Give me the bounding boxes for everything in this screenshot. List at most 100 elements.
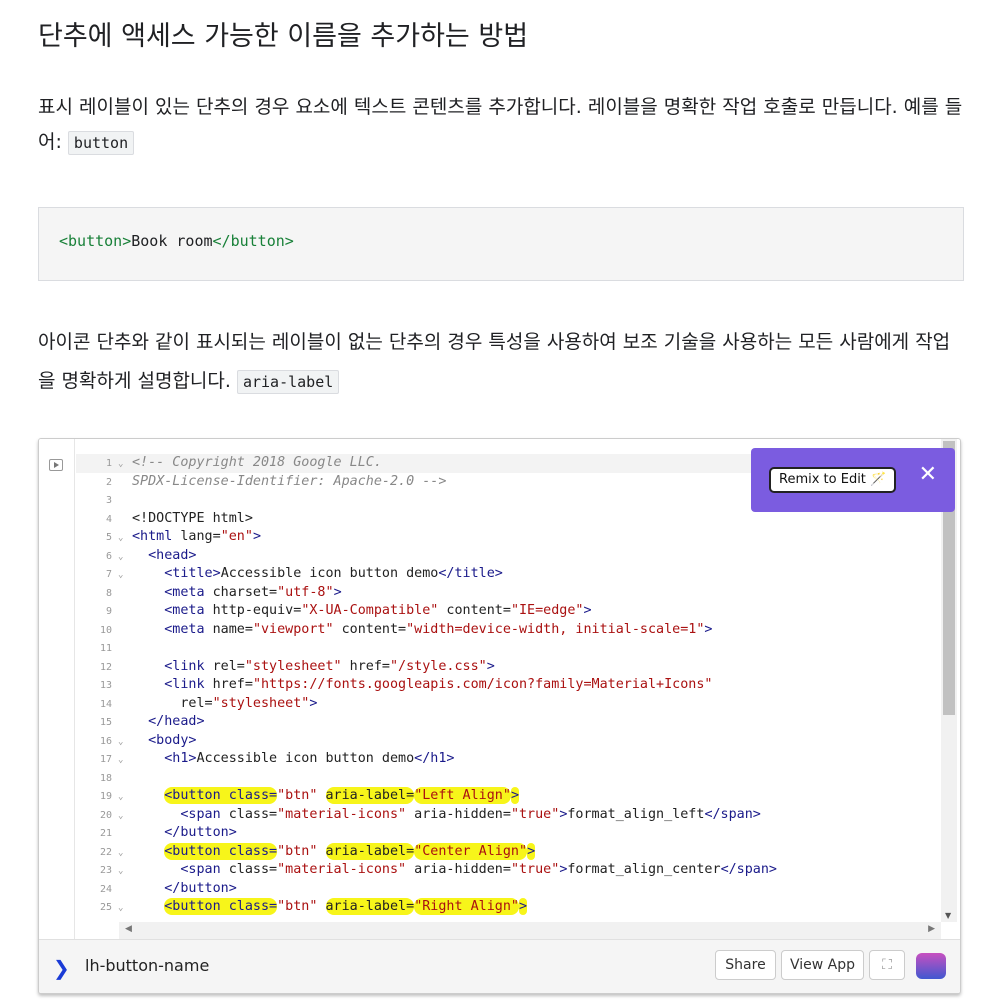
paragraph-visible-label: 표시 레이블이 있는 단추의 경우 요소에 텍스트 콘텐츠를 추가합니다. 레이…: [38, 90, 963, 161]
code-token: charset=: [204, 584, 278, 600]
fold-chevron-icon[interactable]: ⌄: [118, 862, 132, 881]
line-number: 17: [99, 754, 112, 765]
code-line: 22 ⌄ <button class="btn" aria-label="Cent…: [76, 842, 941, 863]
fold-chevron-icon[interactable]: ⌄: [118, 548, 132, 567]
paragraph-aria-label: 아이콘 단추와 같이 표시되는 레이블이 없는 단추의 경우 특성을 사용하여 …: [38, 323, 963, 402]
code-line: 7 ⌄ <title>Accessible icon button demo</t…: [76, 565, 941, 584]
line-number: 13: [99, 680, 112, 691]
code-token: Accessible icon button demo: [196, 751, 415, 766]
code-line: 6 ⌄ <head>: [76, 547, 941, 566]
line-number: 18: [99, 772, 112, 784]
code-token: "Center Align": [414, 842, 528, 860]
glitch-embed: 1 ⌄ <!-- Copyright 2018 Google LLC. 2 SPDX-L…: [38, 438, 961, 994]
fold-chevron-icon[interactable]: ⌄: [118, 455, 132, 474]
code-token: >: [486, 658, 495, 674]
line-number: 16: [99, 735, 112, 747]
code-token: </h1>: [414, 751, 455, 766]
code-token: <html: [132, 529, 173, 544]
code-editor[interactable]: 1 ⌄ <!-- Copyright 2018 Google LLC. 2 SPDX-L…: [76, 454, 941, 922]
code-token: rel=: [204, 658, 245, 674]
remix-overlay: Remix to Edit 🪄 ✕: [751, 448, 955, 512]
fullscreen-icon[interactable]: ⛶: [869, 950, 905, 980]
line-number: 9: [105, 606, 112, 617]
code-token: >: [252, 529, 261, 544]
remix-to-edit-button[interactable]: Remix to Edit 🪄: [769, 467, 897, 493]
inline-code-button: button: [67, 131, 135, 155]
inline-code-aria-label: aria-label: [236, 370, 340, 394]
code-token: "stylesheet": [212, 695, 310, 711]
share-button[interactable]: Share: [715, 950, 776, 980]
code-token: <head>: [148, 547, 197, 563]
code-line: 16 ⌄ <body>: [76, 732, 941, 751]
code-token: <body>: [148, 732, 197, 748]
code-text: Book room: [131, 232, 213, 250]
fold-chevron-icon[interactable]: ⌄: [118, 751, 132, 770]
code-line: 8 <meta charset="utf-8">: [76, 584, 941, 603]
line-number: 7: [105, 569, 112, 580]
fold-chevron-icon[interactable]: ⌄: [118, 899, 132, 918]
code-token: </head>: [148, 714, 205, 729]
code-token: <meta: [164, 621, 205, 637]
code-line: 25 ⌄ <button class="btn" aria-label="Righ…: [76, 898, 941, 917]
project-name[interactable]: lh-button-name: [85, 956, 209, 975]
fold-chevron-icon[interactable]: ⌄: [118, 807, 132, 826]
section-heading: 단추에 액세스 가능한 이름을 추가하는 방법: [38, 21, 529, 52]
line-number: 26: [76, 918, 118, 923]
line-number: 14: [99, 698, 112, 710]
close-icon[interactable]: ✕: [919, 462, 937, 487]
code-token: href=: [341, 658, 390, 674]
fold-chevron-icon[interactable]: ⌄: [118, 733, 132, 752]
line-number: 20: [99, 809, 112, 821]
scroll-down-arrow-icon[interactable]: ▼: [945, 911, 951, 920]
code-token: "https://fonts.googleapis.com/icon?famil…: [252, 677, 713, 692]
scroll-right-arrow-icon[interactable]: ▶: [928, 924, 935, 934]
line-number: 11: [99, 643, 112, 654]
code-line: 5 ⌄ <html lang="en">: [76, 528, 941, 547]
glitch-logo-icon: ❯: [53, 956, 70, 980]
glitch-fish-icon[interactable]: [916, 953, 946, 979]
play-icon[interactable]: [49, 459, 63, 471]
code-token: </span>: [704, 806, 761, 822]
code-token: "Left Align": [414, 787, 511, 804]
fold-chevron-icon[interactable]: ⌄: [118, 529, 132, 548]
code-line: 14 rel="stylesheet">: [76, 695, 941, 714]
code-line: 19 ⌄ <button class="btn" aria-label="Left…: [76, 787, 941, 806]
code-line: 24 </button>: [76, 880, 941, 899]
code-token: <button class=: [164, 787, 278, 804]
code-token: "utf-8": [277, 584, 334, 600]
code-token: <span: [180, 862, 221, 877]
horizontal-scrollbar[interactable]: ◀ ▶: [119, 922, 941, 939]
code-line: 11: [76, 639, 941, 658]
code-token: "en": [220, 529, 253, 544]
line-number: 5: [105, 532, 112, 543]
code-token: "true": [510, 806, 560, 822]
code-token: <!DOCTYPE html>: [132, 510, 253, 526]
line-number: 15: [99, 717, 112, 728]
code-token: >: [519, 898, 528, 915]
line-number: 8: [105, 587, 112, 599]
code-line: 4 <!DOCTYPE html>: [76, 510, 941, 529]
code-token: "width=device-width, initial-scale=1": [406, 621, 705, 637]
fold-chevron-icon[interactable]: ⌄: [118, 566, 132, 585]
code-line: 23 ⌄ <span class="material-icons" aria-hi…: [76, 861, 941, 880]
fold-chevron-icon[interactable]: ⌄: [118, 788, 132, 807]
code-token: >: [510, 787, 519, 804]
code-example-block: <button>Book room</button>: [38, 207, 964, 281]
fold-chevron-icon[interactable]: ⌄: [118, 844, 132, 863]
code-token: "btn": [277, 899, 318, 914]
scroll-left-arrow-icon[interactable]: ◀: [125, 924, 132, 934]
view-app-button[interactable]: View App: [781, 950, 864, 980]
code-token: "btn": [277, 843, 318, 859]
line-number: 1: [105, 458, 112, 469]
